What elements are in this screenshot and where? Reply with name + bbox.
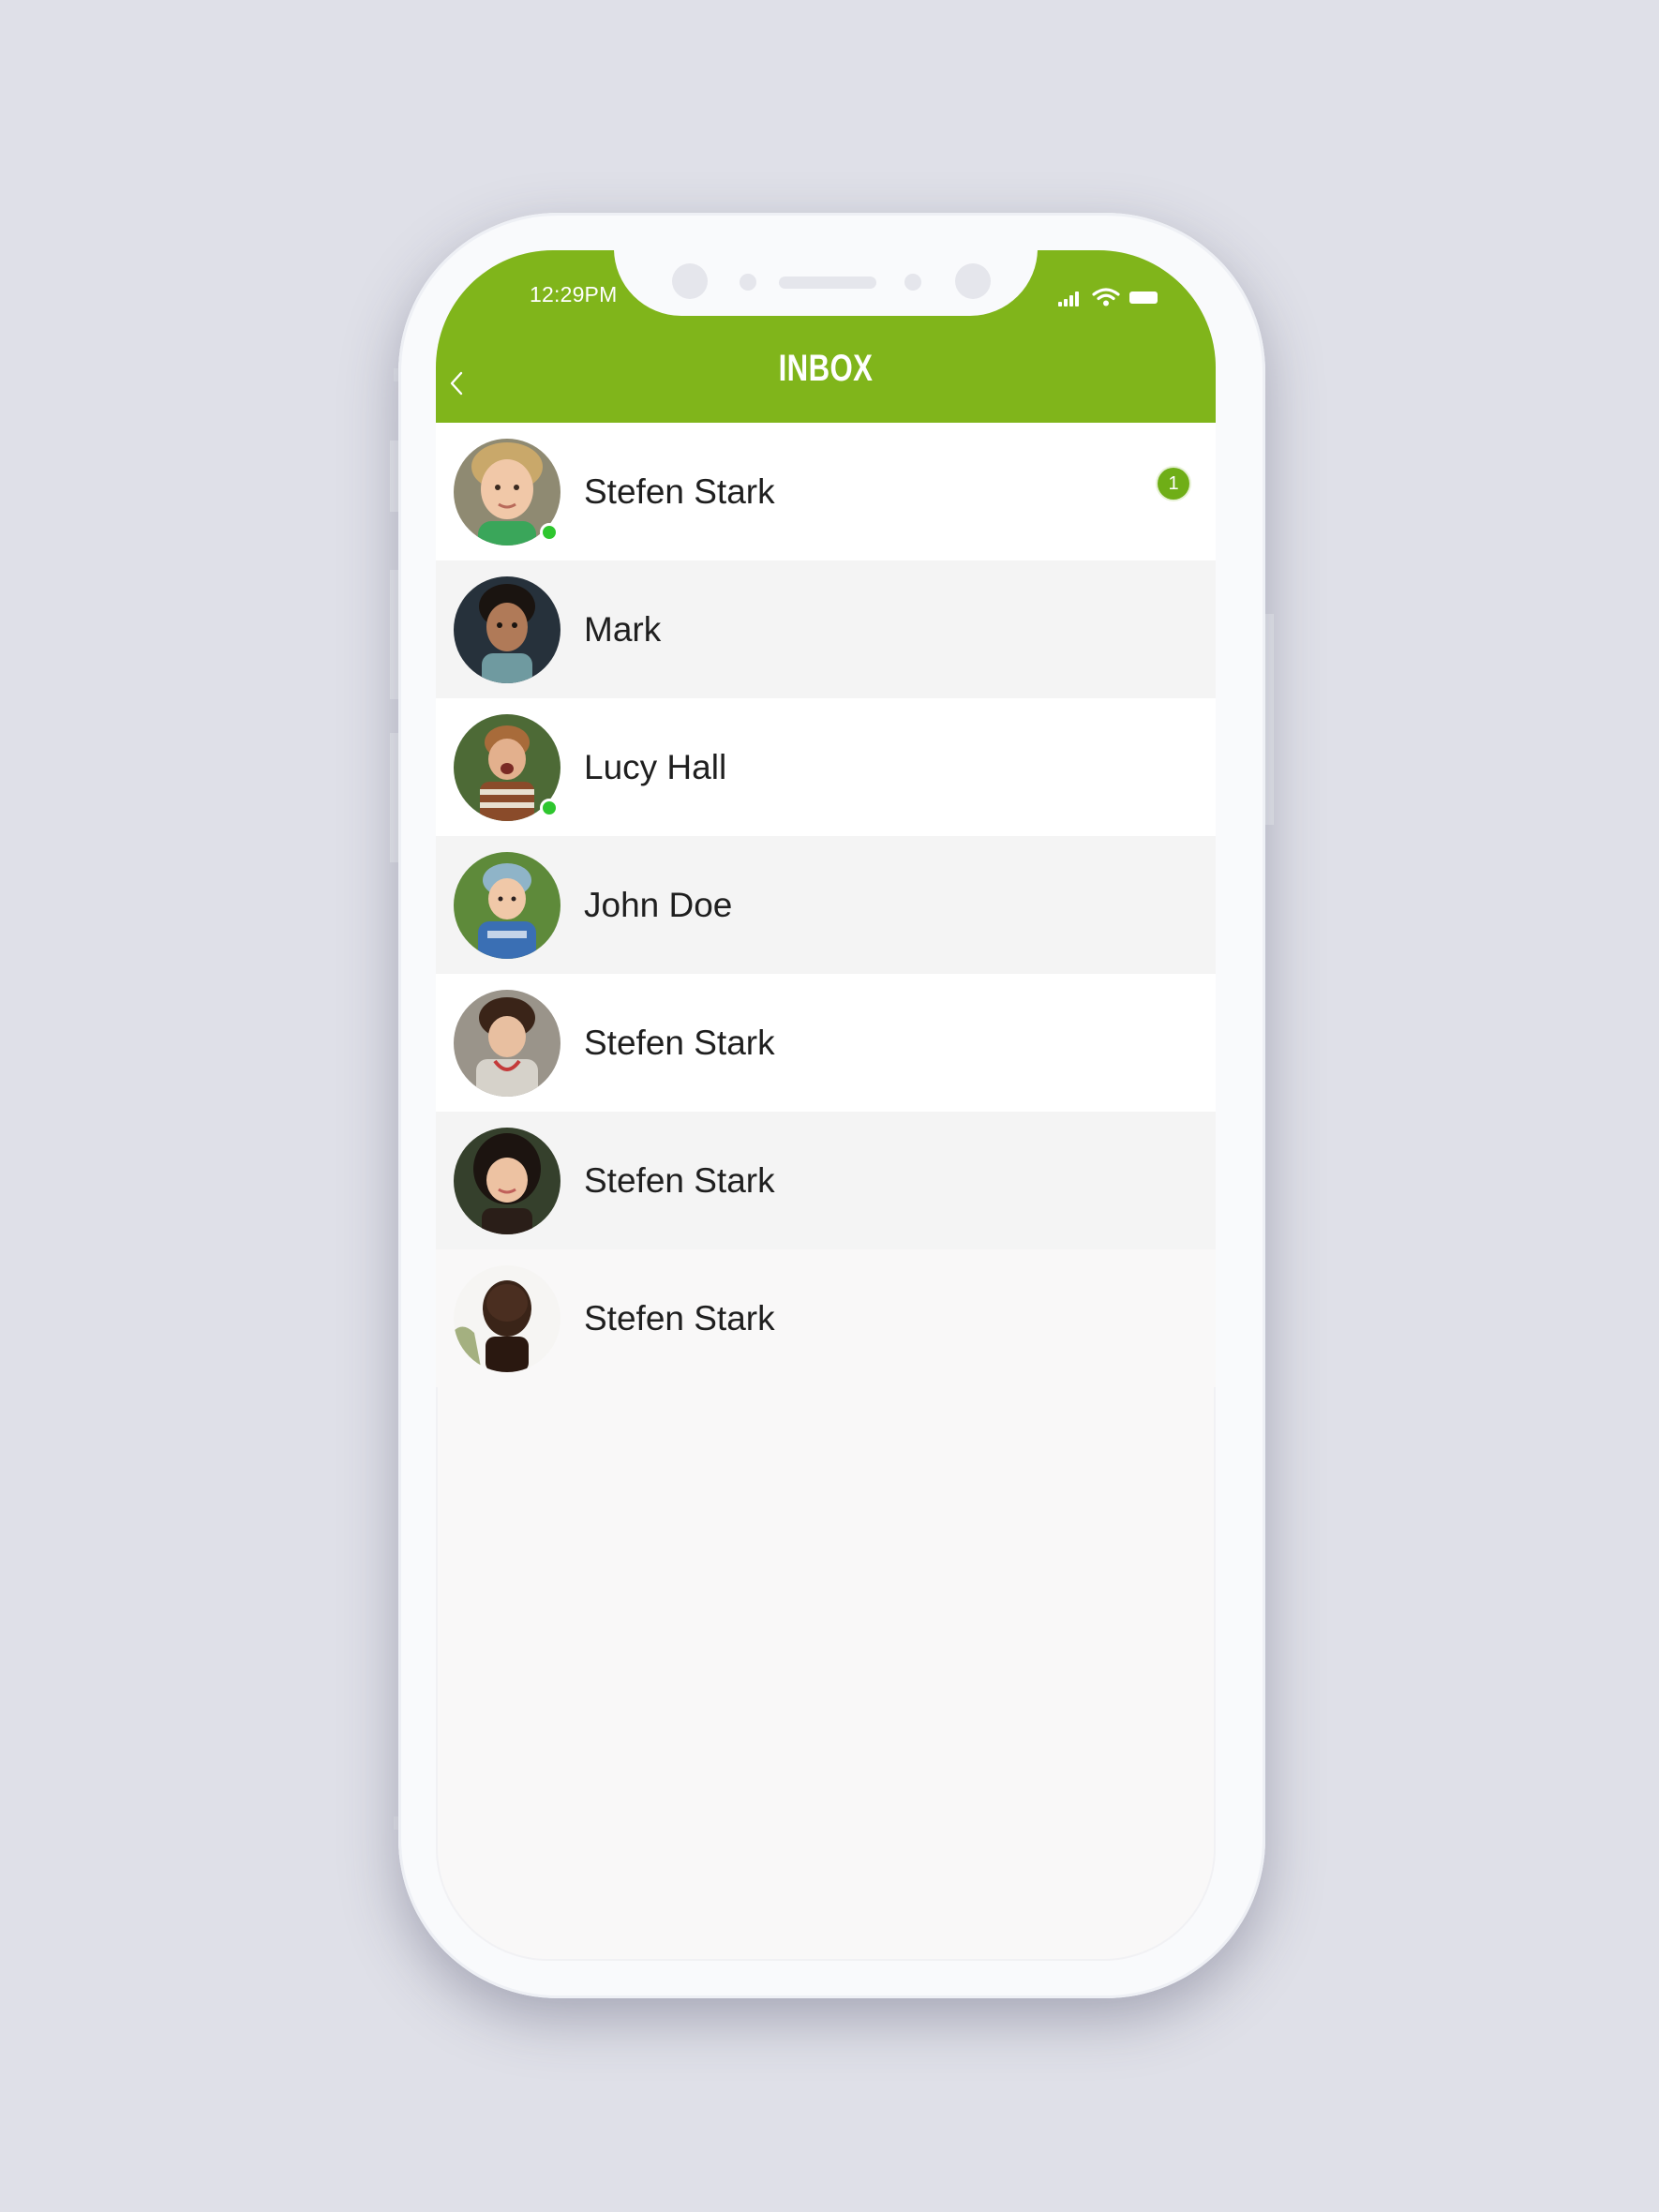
phone-screen: 12:29PM INBOX Stefen Stark 1 Mark Lucy H… xyxy=(436,250,1216,1961)
status-time: 12:29PM xyxy=(530,282,618,306)
online-status-dot xyxy=(540,799,559,817)
inbox-row-stefen-stark-4[interactable]: Stefen Stark xyxy=(436,1249,1216,1387)
contact-name: Mark xyxy=(584,609,662,649)
wifi-icon xyxy=(1092,288,1120,306)
sensor-icon xyxy=(904,274,921,291)
chevron-left-icon xyxy=(450,371,463,396)
avatar xyxy=(454,576,560,683)
notch xyxy=(614,250,1038,316)
camera-icon xyxy=(955,263,991,299)
signal-icon xyxy=(1064,299,1068,306)
inbox-row-stefen-stark-2[interactable]: Stefen Stark xyxy=(436,974,1216,1112)
inbox-row-lucy-hall[interactable]: Lucy Hall xyxy=(436,698,1216,836)
avatar xyxy=(454,1128,560,1234)
speaker-grille xyxy=(779,276,876,289)
avatar xyxy=(454,1265,560,1372)
inbox-row-stefen-stark-3[interactable]: Stefen Stark xyxy=(436,1112,1216,1249)
inbox-row-stefen-stark[interactable]: Stefen Stark 1 xyxy=(436,423,1216,560)
contact-name: Stefen Stark xyxy=(584,1160,775,1200)
back-button[interactable] xyxy=(445,365,468,402)
signal-icon xyxy=(1069,295,1073,306)
inbox-list: Stefen Stark 1 Mark Lucy Hall John Doe S… xyxy=(436,423,1216,1387)
signal-icon xyxy=(1075,291,1079,306)
camera-icon xyxy=(672,263,708,299)
unread-badge: 1 xyxy=(1158,468,1189,500)
contact-name: Stefen Stark xyxy=(584,1298,775,1338)
page-title: INBOX xyxy=(778,348,874,389)
avatar xyxy=(454,990,560,1097)
inbox-row-mark[interactable]: Mark xyxy=(436,560,1216,698)
online-status-dot xyxy=(540,523,559,542)
contact-name: Stefen Stark xyxy=(584,471,775,511)
avatar xyxy=(454,852,560,959)
inbox-row-john-doe[interactable]: John Doe xyxy=(436,836,1216,974)
sensor-icon xyxy=(740,274,756,291)
contact-name: John Doe xyxy=(584,885,733,924)
contact-name: Stefen Stark xyxy=(584,1023,775,1062)
app-header: 12:29PM INBOX xyxy=(436,250,1216,423)
battery-icon xyxy=(1129,291,1158,304)
signal-icon xyxy=(1058,302,1062,306)
contact-name: Lucy Hall xyxy=(584,747,727,786)
status-icons xyxy=(1058,288,1161,306)
